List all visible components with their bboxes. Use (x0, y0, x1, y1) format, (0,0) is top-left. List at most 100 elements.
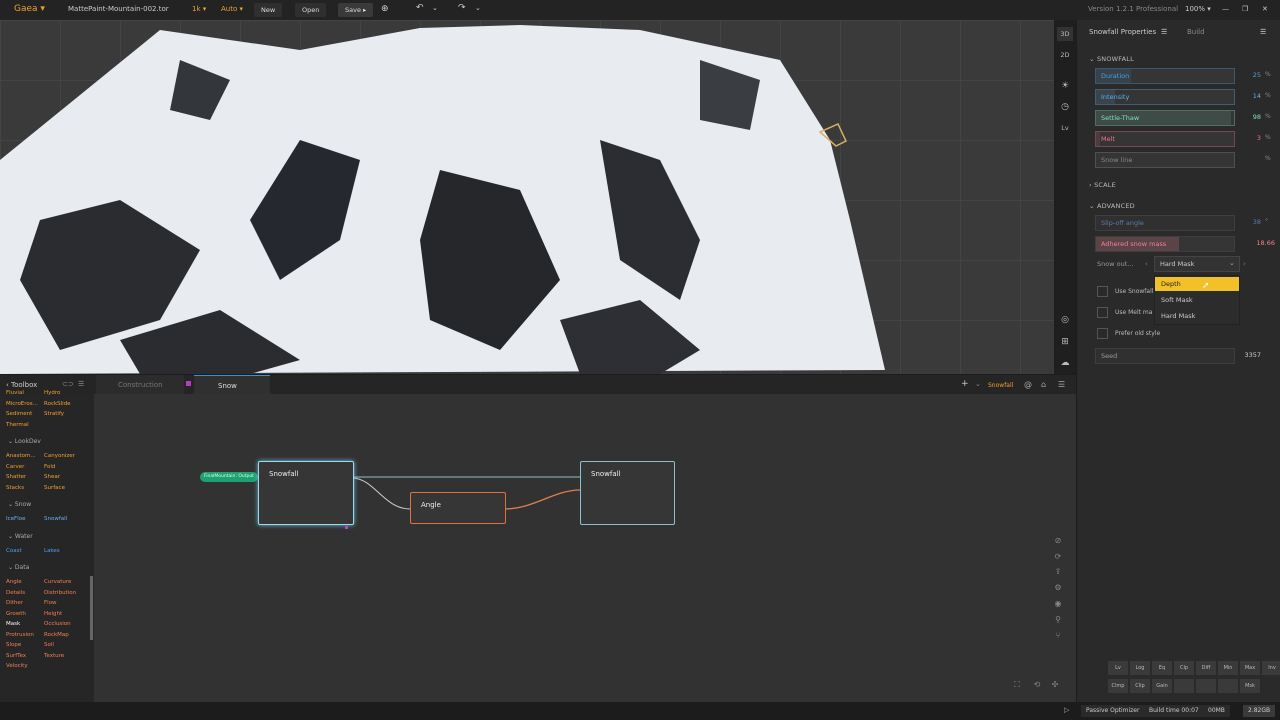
slider-slip-off-angle[interactable]: Slip-off angle (1095, 215, 1235, 231)
node-snowfall-2[interactable]: Snowfall (580, 461, 675, 525)
toolbox-item[interactable]: Shear (44, 474, 60, 480)
toolbox-item[interactable]: Slope (6, 642, 21, 648)
use-snowfall-checkbox[interactable] (1097, 286, 1108, 297)
slider-intensity[interactable]: Intensity (1095, 89, 1235, 105)
tab-build[interactable]: Build (1187, 28, 1205, 36)
lv-button[interactable]: Lv (1057, 121, 1073, 135)
3d-viewport[interactable] (0, 20, 1054, 374)
toolbox-item[interactable]: Hydro (44, 390, 60, 396)
quick-button[interactable]: Log (1130, 661, 1150, 675)
option-hard-mask[interactable]: Hard Mask (1155, 309, 1239, 323)
toolbox-item[interactable]: Thermal (6, 422, 29, 428)
pin-icon[interactable]: ◉ (1052, 599, 1064, 611)
toolbox-group-data[interactable]: ⌄ Data (8, 564, 29, 571)
section-snowfall[interactable]: ⌄ SNOWFALL (1089, 55, 1134, 63)
toolbox-item[interactable]: Soil (44, 642, 54, 648)
fit-view-icon[interactable]: ⛶ (1011, 680, 1023, 692)
use-melt-map-checkbox[interactable] (1097, 307, 1108, 318)
toolbox-item[interactable]: Sediment (6, 411, 32, 417)
quick-button[interactable]: Inv (1262, 661, 1280, 675)
close-icon[interactable]: ✕ (1262, 5, 1268, 13)
clock-icon[interactable]: ◷ (1057, 100, 1073, 114)
tab-snow[interactable]: Snow (194, 375, 270, 396)
toggle-icon[interactable]: ⊂⊃ (62, 380, 74, 388)
view-2d-button[interactable]: 2D (1057, 48, 1073, 62)
slider-melt[interactable]: Melt (1095, 131, 1235, 147)
menu-icon[interactable]: ☰ (78, 380, 84, 388)
toolbox-item[interactable]: Texture (44, 653, 64, 659)
quick-button[interactable]: Lv (1108, 661, 1128, 675)
grid-icon[interactable]: ⊞ (1057, 335, 1073, 349)
quick-button[interactable] (1218, 679, 1238, 693)
toolbox-item[interactable]: IceFloe (6, 516, 25, 522)
play-icon[interactable]: ▷ (1064, 706, 1069, 714)
toolbox-item[interactable]: Occlusion (44, 621, 71, 627)
toolbox-group-snow[interactable]: ⌄ Snow (8, 501, 31, 508)
quick-button[interactable]: Clip (1130, 679, 1150, 693)
compass-icon[interactable]: ◎ (1057, 313, 1073, 327)
toolbox-item[interactable]: Details (6, 590, 25, 596)
toolbox-item[interactable]: RockSlide (44, 401, 71, 407)
toolbox-item[interactable]: Fold (44, 464, 55, 470)
slider-settle-thaw[interactable]: Settle-Thaw (1095, 110, 1235, 126)
crosshair-icon[interactable]: ⊕ (381, 4, 389, 14)
link-icon[interactable]: ⚲ (1052, 615, 1064, 627)
slider-value[interactable]: 98 (1237, 113, 1261, 121)
toolbox-item[interactable]: Fluvial (6, 390, 24, 396)
section-advanced[interactable]: ⌄ ADVANCED (1089, 202, 1135, 210)
section-scale[interactable]: › SCALE (1089, 181, 1116, 189)
add-icon[interactable]: + (961, 379, 969, 389)
toolbox-item[interactable]: Canyonizer (44, 453, 75, 459)
toolbox-item[interactable]: Growth (6, 611, 26, 617)
quick-button[interactable]: Min (1218, 661, 1238, 675)
snow-output-select[interactable]: Hard Mask ⌄ (1154, 256, 1240, 272)
seed-field[interactable]: Seed (1095, 348, 1235, 364)
toolbox-item[interactable]: RockMap (44, 632, 69, 638)
toolbox-item[interactable]: Snowfall (44, 516, 67, 522)
auto-select[interactable]: Auto ▾ (221, 5, 243, 13)
quick-button[interactable]: Clmp (1108, 679, 1128, 693)
slider-adhered-snow-mass[interactable]: Adhered snow mass (1095, 236, 1235, 252)
toolbox-scrollbar[interactable] (90, 576, 93, 640)
export-icon[interactable]: ⇪ (1052, 567, 1064, 579)
resolution-select[interactable]: 1k ▾ (192, 5, 206, 13)
passive-optimizer-button[interactable]: Passive Optimizer (1081, 705, 1145, 717)
slider-value[interactable]: 18.66 (1237, 239, 1275, 247)
quick-button[interactable]: Max (1240, 661, 1260, 675)
quick-button[interactable]: Gain (1152, 679, 1172, 693)
quick-button[interactable]: Diff (1196, 661, 1216, 675)
open-button[interactable]: Open (295, 3, 327, 17)
toolbox-item[interactable]: Coast (6, 548, 22, 554)
tab-construction[interactable]: Construction (96, 375, 184, 396)
chevron-down-icon[interactable]: ⌄ (975, 380, 981, 388)
slider-value[interactable]: 14 (1237, 92, 1261, 100)
undo-icon[interactable]: ↶ (416, 3, 424, 13)
quick-button[interactable]: Eq (1152, 661, 1172, 675)
quick-button[interactable]: Clp (1174, 661, 1194, 675)
slider-duration[interactable]: Duration (1095, 68, 1235, 84)
toolbox-item[interactable]: SurfTex (6, 653, 26, 659)
prefer-old-style-checkbox[interactable] (1097, 328, 1108, 339)
seed-value[interactable]: 3357 (1237, 351, 1261, 359)
restore-icon[interactable]: ❐ (1242, 5, 1248, 13)
node-graph[interactable]: FinalMountain: Output Snowfall Angle Sno… (94, 394, 1076, 702)
toolbox-item[interactable]: Height (44, 611, 62, 617)
input-port[interactable]: FinalMountain: Output (200, 472, 258, 482)
zoom-select[interactable]: 100% ▾ (1185, 5, 1211, 13)
menu-icon[interactable]: ☰ (1161, 28, 1167, 36)
quick-button[interactable] (1196, 679, 1216, 693)
menu-icon[interactable]: ☰ (1260, 28, 1266, 36)
toolbox-item[interactable]: Distribution (44, 590, 76, 596)
toolbox-item[interactable]: MicroEros... (6, 401, 38, 407)
toolbox-item[interactable]: Surface (44, 485, 65, 491)
slider-value[interactable]: 38 (1237, 218, 1261, 226)
toolbox-item[interactable]: Flow (44, 600, 57, 606)
toolbox-item[interactable]: Carver (6, 464, 24, 470)
toolbox-item[interactable]: Mask (6, 621, 20, 627)
toolbox-group-water[interactable]: ⌄ Water (8, 533, 33, 540)
toolbox-item[interactable]: Protrusion (6, 632, 34, 638)
slider-value[interactable]: 3 (1237, 134, 1261, 142)
quick-button[interactable]: Msk (1240, 679, 1260, 693)
toolbox-item[interactable]: Stacks (6, 485, 24, 491)
toolbox-item[interactable]: Shatter (6, 474, 26, 480)
